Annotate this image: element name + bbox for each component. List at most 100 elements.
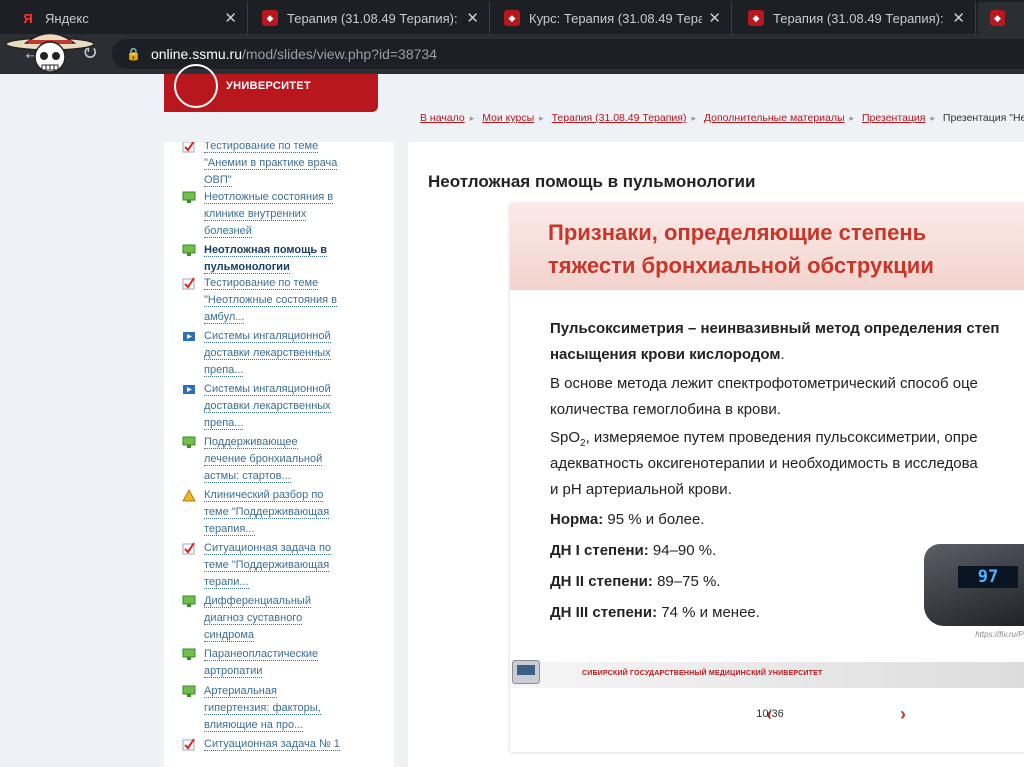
sidebar-item-label: теме "Поддерживающая [204,506,330,519]
image-source-caption: https://fiv.ru/Pu [975,630,1024,639]
sidebar-item-label: болезней [204,225,252,238]
page-content: УНИВЕРСИТЕТ В начало ▸ Мои курсы ▸ Терапия… [0,64,1024,767]
pulse-oximeter-image: 97 [924,544,1024,626]
sidebar-item-label: ОВП" [204,174,232,187]
university-icon: ◆ [748,10,764,26]
norm-line: Норма: 95 % и более. [550,511,705,528]
sidebar-item[interactable]: Неотложная помощь в пульмонологии [182,242,364,276]
quiz-icon [182,142,196,153]
sidebar-item-label: доставки лекарственных [204,400,331,413]
sidebar-item-label: Ситуационная задача № 1 [204,738,340,751]
sidebar-item[interactable]: Ситуационная задача № 1 [182,736,364,753]
sidebar-item-label: астмы: стартов... [204,470,291,483]
tab-title: Яндекс [45,10,89,26]
sidebar-item-label: теме "Поддерживающая [204,559,330,572]
url-host: online.ssmu.ru [150,46,242,62]
breadcrumb-separator-icon: ▸ [930,113,935,123]
tab-therapy-1[interactable]: ◆ Терапия (31.08.49 Терапия): С ✕ [250,2,490,34]
sidebar-item[interactable]: Системы ингаляционной доставки лекарствен… [183,328,364,379]
sidebar-item[interactable]: Системы ингаляционной доставки лекарствен… [183,381,364,432]
slides-icon [182,648,196,661]
sidebar-item-label: препа... [204,364,244,377]
sidebar-item-label: амбул... [204,311,245,324]
next-slide-button[interactable]: › [900,704,906,725]
sidebar-item-label: терапи... [204,576,249,589]
sidebar-item[interactable]: Паранеопластические артропатии [182,646,364,680]
breadcrumb-my-courses[interactable]: Мои курсы [482,112,534,124]
slide-text-line: SpO2, измеряемое путем проведения пульсо… [550,429,978,449]
quiz-icon [182,542,196,555]
straw-hat-skull-icon [5,32,94,73]
breadcrumb-presentation[interactable]: Презентация [862,112,925,124]
sidebar-item-label: лечение бронхиальной [204,453,323,466]
breadcrumb-separator-icon: ▸ [469,113,475,123]
slide-text-line: насыщения крови кислородом. [550,346,785,363]
slide-footer-text: СИБИРСКИЙ ГОСУДАРСТВЕННЫЙ МЕДИЦИНСКИЙ УН… [582,670,823,677]
sidebar-item-label: Поддерживающее [204,436,298,449]
breadcrumb-separator-icon: ▸ [539,113,544,123]
slide-counter: 10/36 [756,708,784,720]
sidebar-item[interactable]: Тестирование по теме "Неотложные состояни… [182,275,364,326]
close-tab-icon[interactable]: ✕ [952,9,965,27]
lock-icon: 🔒 [126,47,141,61]
case-icon [182,488,196,502]
breadcrumb-current: Презентация "Неот [942,112,1024,124]
tab-title: Терапия (31.08.49 Терапия): Н [773,10,947,26]
university-crest-icon [174,64,218,108]
sidebar-item-label: Клинический разбор по [204,489,324,502]
sidebar-item[interactable]: Артериальная гипертензия: факторы, влияющи… [182,683,364,734]
sidebar-item-label: пульмонологии [204,261,290,274]
breadcrumb: В начало ▸ Мои курсы ▸ Терапия (31.08.49 Т… [420,112,1024,124]
oximeter-readout: 97 [958,566,1018,588]
sidebar-item-label: препа... [204,417,244,430]
slide-title: Признаки, определяющие степень тяжести б… [548,216,934,282]
sidebar-item-label: доставки лекарственных [204,347,331,360]
sidebar-item[interactable]: Тестирование по теме "Анемии в практике в… [182,142,364,189]
sidebar-item-label: Артериальная [204,685,277,698]
university-icon: ◆ [990,10,1005,26]
video-icon [182,383,196,396]
sidebar-item[interactable]: Дифференциальный диагноз суставного синдро… [182,593,364,644]
slide-text-line: Пульсоксиметрия – неинвазивный метод опр… [550,320,1000,337]
presentation-slide: Признаки, определяющие степень тяжести б… [510,204,1024,752]
sidebar-item-label: Системы ингаляционной [204,330,331,343]
norm-line: ДН III степени: 74 % и менее. [550,604,760,621]
url-input[interactable]: 🔒 online.ssmu.ru /mod/slides/view.php?id… [112,39,1024,69]
tab-course[interactable]: ◆ Курс: Терапия (31.08.49 Терап ✕ [492,2,732,34]
yandex-icon: Я [23,10,33,26]
tab-title: Курс: Терапия (31.08.49 Терап [529,10,703,26]
sidebar-item-label: Тестирование по теме [204,142,319,153]
url-path: /mod/slides/view.php?id=38734 [242,46,437,62]
breadcrumb-home[interactable]: В начало [420,112,465,124]
course-navigation-sidebar: Тестирование по теме "Анемии в практике в… [164,142,394,767]
sidebar-item[interactable]: Поддерживающее лечение бронхиальной астмы:… [182,434,364,485]
sidebar-item[interactable]: Неотложные состояния в клинике внутренних… [182,189,364,240]
site-logo[interactable]: УНИВЕРСИТЕТ [164,64,378,112]
breadcrumb-course[interactable]: Терапия (31.08.49 Терапия) [552,112,687,124]
norm-line: ДН I степени: 94–90 %. [550,542,717,559]
sidebar-item-label: "Неотложные состояния в [204,294,337,307]
sidebar-item-label: Системы ингаляционной [204,383,331,396]
close-tab-icon[interactable]: ✕ [466,9,479,27]
norm-line: ДН II степени: 89–75 %. [550,573,721,590]
slides-icon [182,685,196,698]
sidebar-item-label: Тестирование по теме [204,277,319,290]
logo-text: УНИВЕРСИТЕТ [226,80,311,92]
sidebar-item[interactable]: Ситуационная задача по теме "Поддерживающ… [182,540,364,591]
slide-title-line: тяжести бронхиальной обструкции [548,253,934,278]
close-tab-icon[interactable]: ✕ [708,9,721,27]
tab-active[interactable]: ◆ Т [978,2,1024,34]
sidebar-item-label: артропатии [204,665,263,678]
tab-therapy-2[interactable]: ◆ Терапия (31.08.49 Терапия): Н ✕ [736,2,976,34]
sidebar-item[interactable]: Клинический разбор по теме "Поддерживающа… [182,487,364,538]
sidebar-item-label: Неотложная помощь в [204,244,327,257]
slides-icon [182,191,196,204]
quiz-icon [182,277,196,290]
sidebar-item-label: Дифференциальный [204,595,311,608]
breadcrumb-materials[interactable]: Дополнительные материалы [704,112,845,124]
slides-icon [182,436,196,449]
breadcrumb-separator-icon: ▸ [849,113,855,123]
sidebar-item-label: гипертензия: факторы, [204,702,321,715]
close-tab-icon[interactable]: ✕ [224,9,237,27]
slide-text-line: В основе метода лежит спектрофотометриче… [550,375,978,392]
